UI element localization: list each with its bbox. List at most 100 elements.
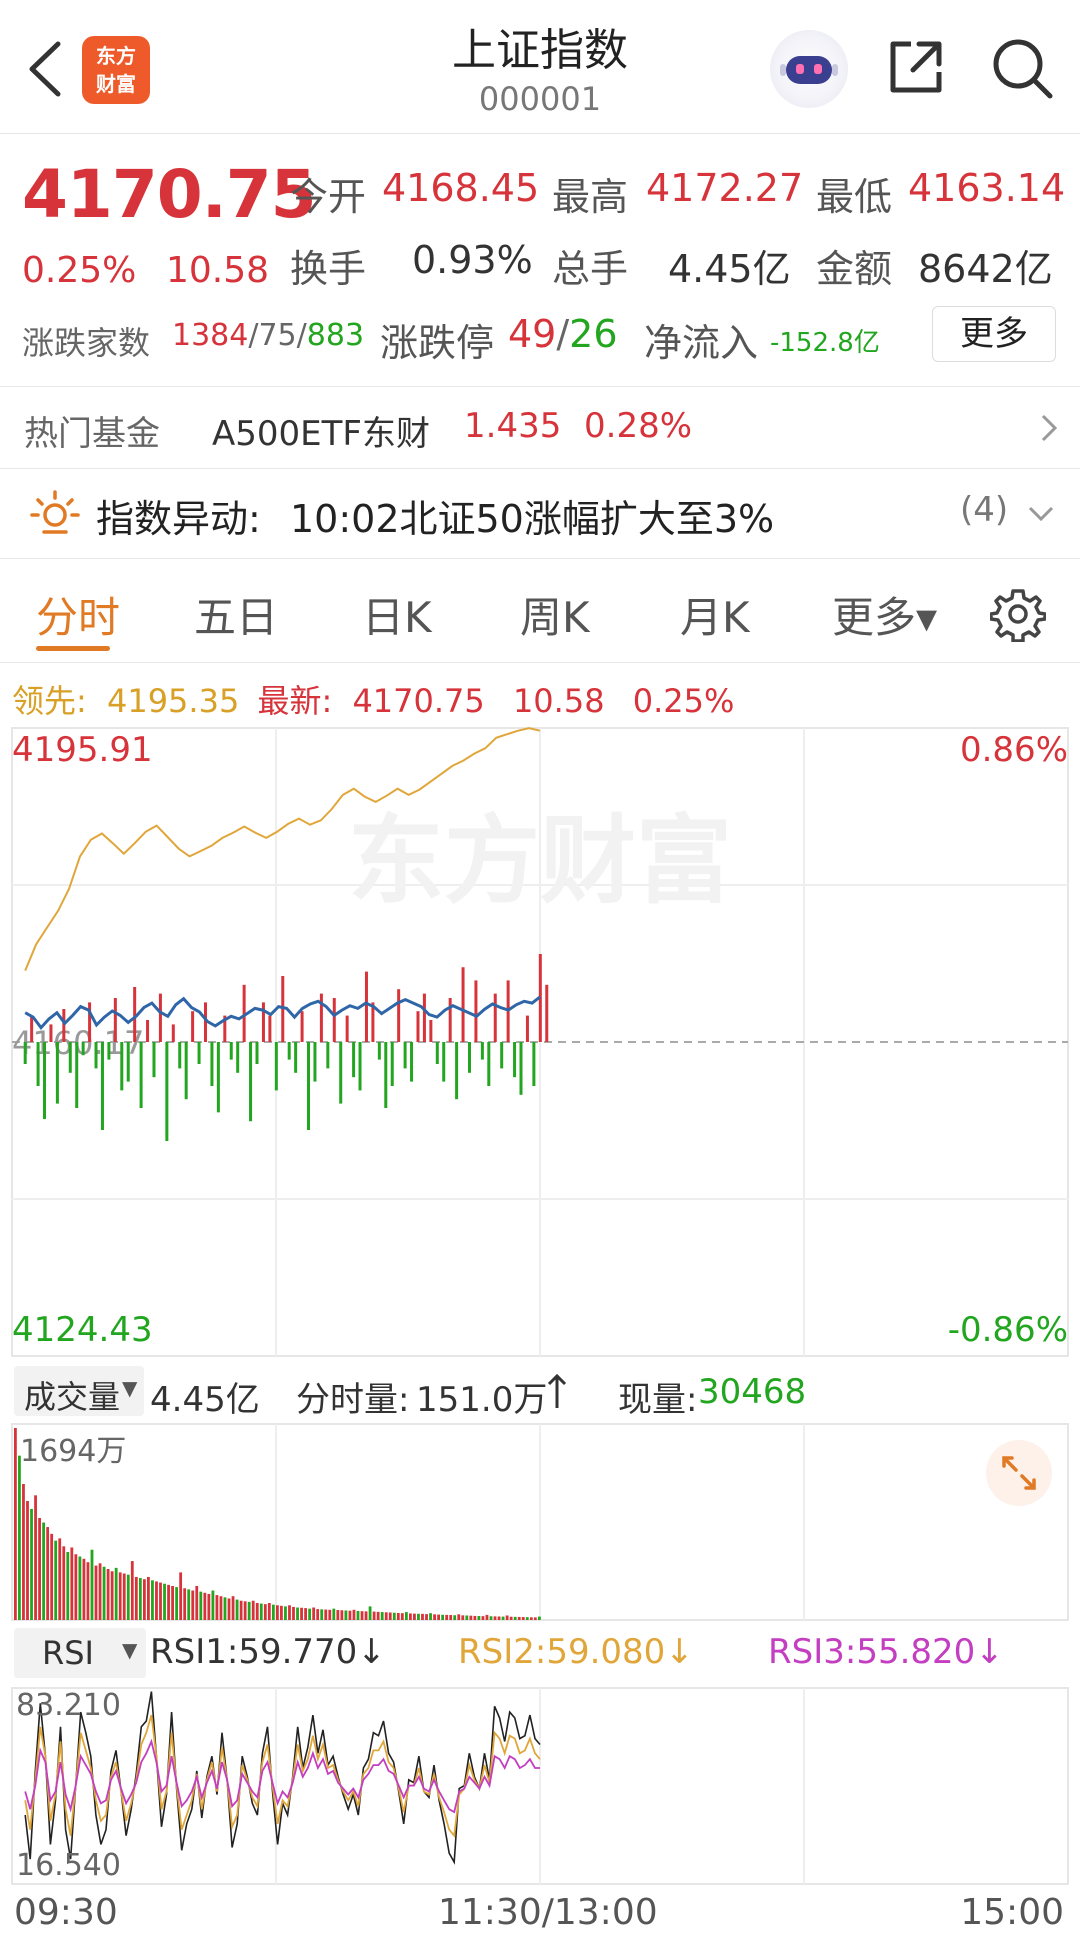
tab-monthly-k[interactable]: 月K — [680, 584, 750, 645]
volume-bar — [98, 1563, 102, 1620]
volume-bar — [509, 1616, 513, 1620]
rsi-dropdown-label: RSI — [42, 1634, 94, 1672]
volume-bar — [352, 1609, 356, 1620]
volume-bar — [54, 1540, 58, 1620]
chevron-right-icon[interactable] — [1038, 410, 1060, 446]
expand-button[interactable] — [986, 1440, 1052, 1506]
volume-bar — [336, 1610, 340, 1620]
volume-bar — [271, 1604, 275, 1620]
volume-bar — [207, 1593, 211, 1620]
volume-bar — [433, 1614, 436, 1620]
tab-more[interactable]: 更多▾ — [832, 584, 937, 645]
volume-bar — [328, 1609, 332, 1620]
volume-bar — [388, 1612, 392, 1620]
volume-bar — [179, 1572, 183, 1620]
chevron-down-icon[interactable] — [1026, 504, 1056, 524]
volume-indicator-dropdown[interactable]: 成交量 ▼ — [14, 1366, 144, 1416]
ai-assistant-robot-icon[interactable] — [770, 30, 848, 108]
latest-percent: 0.25% — [632, 682, 735, 720]
volume-bar — [167, 1584, 170, 1620]
rsi3-text: RSI3:55.820 — [768, 1632, 976, 1672]
tab-five-day[interactable]: 五日 — [194, 584, 278, 645]
volume-dropdown-label: 成交量 — [24, 1378, 121, 1416]
volume-bar — [417, 1613, 420, 1620]
rsi2-value: RSI2:59.080↓ — [458, 1632, 694, 1672]
volume-bar — [151, 1580, 154, 1620]
volume-bar — [364, 1611, 368, 1620]
volume-bar — [312, 1607, 316, 1620]
back-arrow-icon[interactable] — [20, 38, 70, 100]
logo-text-line2: 财富 — [96, 72, 136, 96]
down-arrow-icon: ↓ — [357, 1632, 386, 1672]
time-mid: 11:30/13:00 — [438, 1892, 658, 1933]
sun-alert-icon — [30, 490, 80, 534]
limit-down: 26 — [569, 312, 618, 356]
volume-bar — [18, 1455, 21, 1620]
netflow-label: 净流入 — [644, 321, 759, 365]
volume-bar — [505, 1615, 509, 1620]
limit-slash: / — [556, 312, 570, 356]
search-icon[interactable] — [990, 36, 1054, 100]
volume-bar — [62, 1546, 66, 1620]
volume-bar — [396, 1612, 400, 1620]
volume-bar — [537, 1616, 541, 1620]
volume-bar — [275, 1605, 279, 1620]
volume-bar — [50, 1533, 54, 1620]
amount-label: 金额 — [816, 247, 893, 291]
index-alert-text[interactable]: 10:02北证50涨幅扩大至3% — [290, 488, 774, 543]
volume-bar — [376, 1611, 380, 1620]
intraday-chart[interactable]: 东方财富4160.17 — [0, 724, 1080, 1360]
breadth-flat: 75 — [258, 318, 297, 353]
share-icon[interactable] — [885, 36, 947, 98]
volume-max-label: 1694万 — [20, 1434, 127, 1469]
volume-bar — [316, 1609, 320, 1620]
caret-down-icon: ▼ — [122, 1638, 138, 1662]
volume-bar — [360, 1611, 364, 1620]
tab-intraday[interactable]: 分时 — [36, 584, 120, 645]
volume-bar — [368, 1606, 372, 1620]
volume-bar — [199, 1591, 203, 1620]
limit-label: 涨跌停 — [380, 321, 495, 365]
volume-bar — [106, 1568, 110, 1620]
volume-value: 4.45亿 — [668, 247, 791, 291]
low-label: 最低 — [816, 175, 893, 219]
logo-text-line1: 东方 — [96, 44, 136, 68]
down-arrow-icon: ↓ — [975, 1632, 1004, 1672]
robot-face-icon — [780, 56, 838, 84]
divider — [0, 558, 1080, 559]
volume-bar — [324, 1609, 328, 1620]
stock-code: 000001 — [478, 80, 602, 118]
tab-daily-k[interactable]: 日K — [362, 584, 432, 645]
more-quote-button[interactable]: 更多 — [932, 306, 1056, 362]
turnover-label: 换手 — [290, 247, 367, 291]
rsi3-value: RSI3:55.820↓ — [768, 1632, 1004, 1672]
volume-bar — [449, 1615, 453, 1620]
minute-volume-label: 分时量: — [296, 1380, 410, 1420]
volume-bar — [356, 1610, 360, 1620]
breadth-down: 883 — [306, 318, 365, 353]
volume-bar — [118, 1572, 122, 1620]
latest-change: 10.58 — [512, 682, 605, 720]
volume-bar — [14, 1428, 17, 1620]
rsi-indicator-dropdown[interactable]: RSI ▼ — [14, 1628, 146, 1678]
volume-bar — [175, 1587, 179, 1620]
fund-percent: 0.28% — [584, 406, 693, 446]
volume-bar — [453, 1615, 457, 1620]
hot-fund-row[interactable]: 热门基金 A500ETF东财 1.435 0.28% — [0, 388, 1080, 468]
alert-count: (4) — [960, 490, 1009, 530]
change-percent: 0.25% — [22, 250, 137, 291]
volume-bar — [533, 1617, 537, 1620]
breadth-values: 1384/75/883 — [172, 318, 364, 353]
percent-axis-top: 0.86% — [959, 730, 1068, 770]
volume-bar — [130, 1561, 134, 1620]
volume-bar — [473, 1615, 477, 1620]
volume-bar — [267, 1602, 271, 1620]
gear-icon[interactable] — [990, 586, 1046, 642]
volume-bar — [296, 1607, 299, 1620]
rsi1-text: RSI1:59.770 — [150, 1632, 358, 1672]
tab-weekly-k[interactable]: 周K — [520, 584, 590, 645]
app-logo[interactable]: 东方 财富 — [82, 36, 150, 104]
divider — [0, 662, 1080, 663]
percent-axis-bottom: -0.86% — [947, 1310, 1068, 1350]
volume-bar — [457, 1614, 461, 1620]
